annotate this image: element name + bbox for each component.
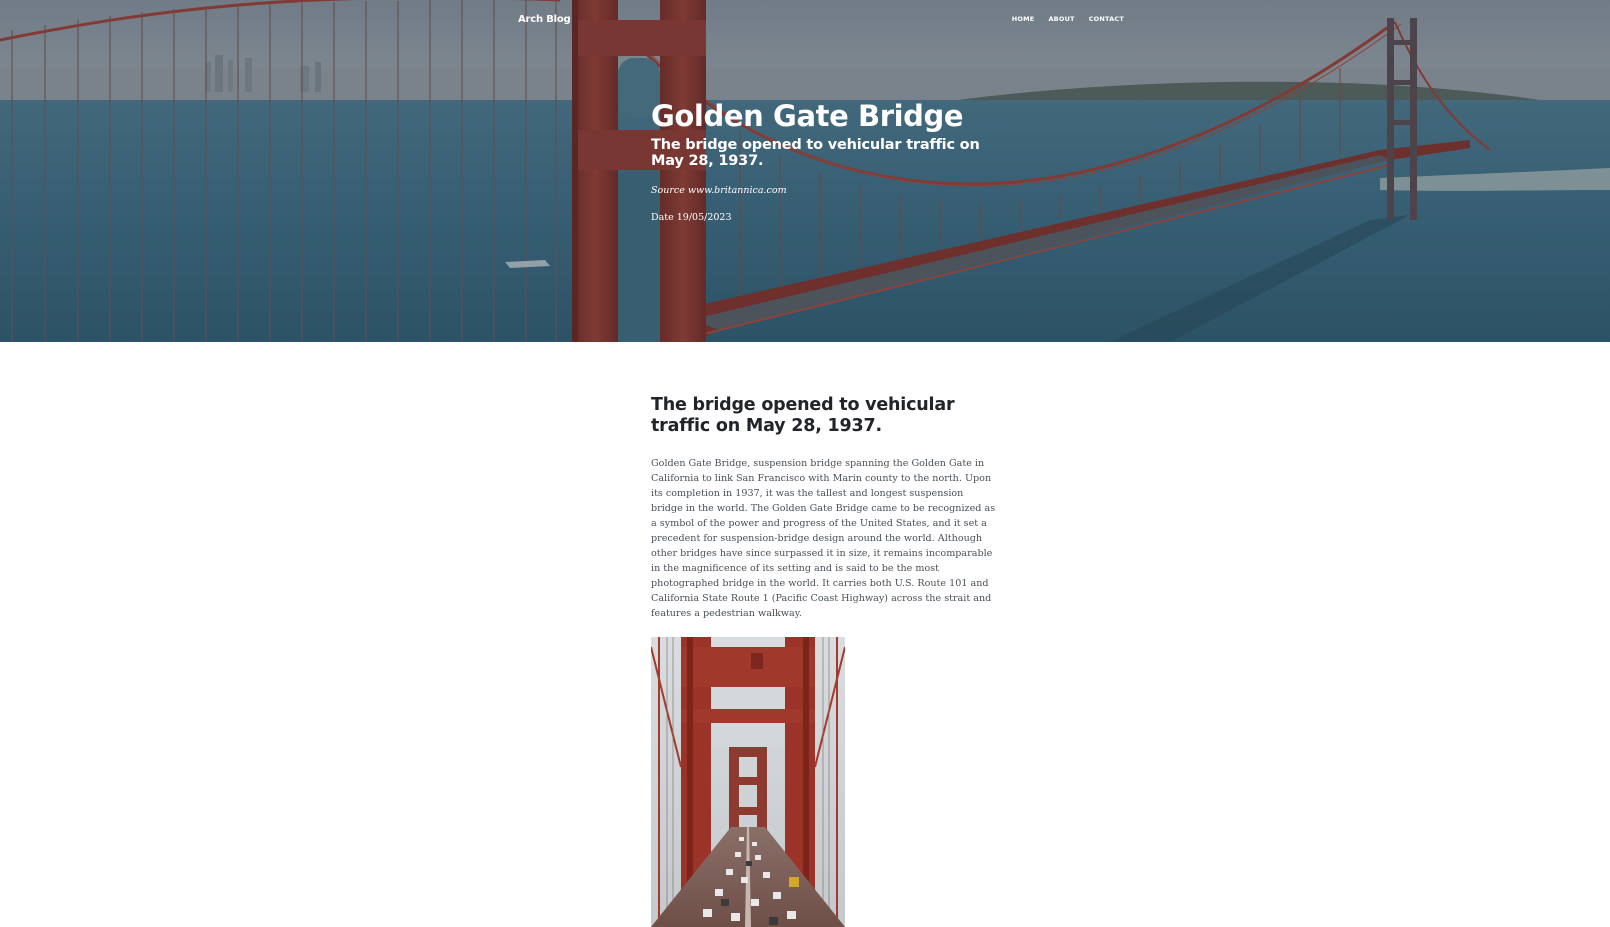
- top-navbar: Arch Blog HOME ABOUT CONTACT: [518, 12, 1124, 30]
- article-bridge-photo: [651, 637, 845, 927]
- nav-contact-link[interactable]: CONTACT: [1089, 15, 1124, 23]
- post-source: Source www.britannica.com: [651, 185, 787, 196]
- post-subtitle: The bridge opened to vehicular traffic o…: [651, 137, 980, 169]
- bridge-road-image: [651, 637, 845, 927]
- brand-logo-link[interactable]: Arch Blog: [518, 14, 571, 25]
- post-heading: Golden Gate Bridge The bridge opened to …: [651, 98, 996, 224]
- nav-about-link[interactable]: ABOUT: [1048, 15, 1074, 23]
- article-heading: The bridge opened to vehicular traffic o…: [651, 395, 955, 436]
- nav-home-link[interactable]: HOME: [1012, 15, 1035, 23]
- nav-links: HOME ABOUT CONTACT: [1012, 15, 1124, 23]
- article-body: Golden Gate Bridge, suspension bridge sp…: [651, 458, 996, 619]
- hero-header: Arch Blog HOME ABOUT CONTACT Golden Gate…: [0, 0, 1610, 342]
- post-title: Golden Gate Bridge: [651, 99, 964, 133]
- post-date: Date 19/05/2023: [651, 212, 732, 223]
- post-article: The bridge opened to vehicular traffic o…: [651, 395, 996, 927]
